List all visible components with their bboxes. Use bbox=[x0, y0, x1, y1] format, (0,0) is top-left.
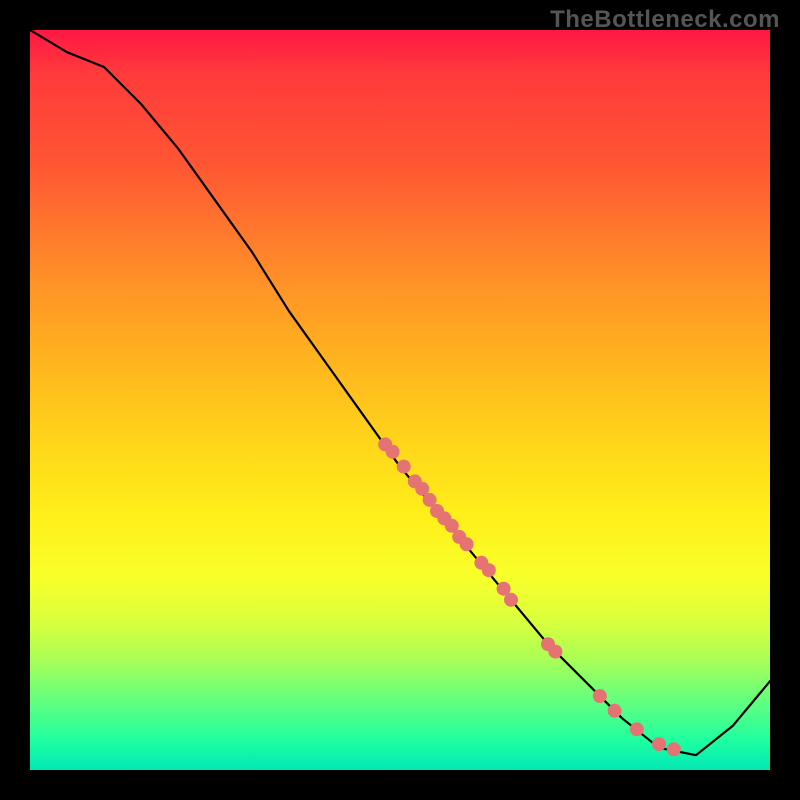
curve-marker bbox=[504, 593, 518, 607]
curve-marker bbox=[652, 737, 666, 751]
curve-marker bbox=[482, 563, 496, 577]
curve-marker bbox=[548, 645, 562, 659]
curve-markers bbox=[378, 437, 681, 756]
curve-marker bbox=[397, 460, 411, 474]
curve-marker bbox=[386, 445, 400, 459]
chart-svg bbox=[30, 30, 770, 770]
chart-frame: TheBottleneck.com bbox=[0, 0, 800, 800]
curve-marker bbox=[667, 742, 681, 756]
curve-marker bbox=[630, 722, 644, 736]
curve-marker bbox=[593, 689, 607, 703]
chart-plot-area bbox=[30, 30, 770, 770]
curve-marker bbox=[608, 704, 622, 718]
bottleneck-curve-line bbox=[30, 30, 770, 755]
curve-marker bbox=[460, 537, 474, 551]
